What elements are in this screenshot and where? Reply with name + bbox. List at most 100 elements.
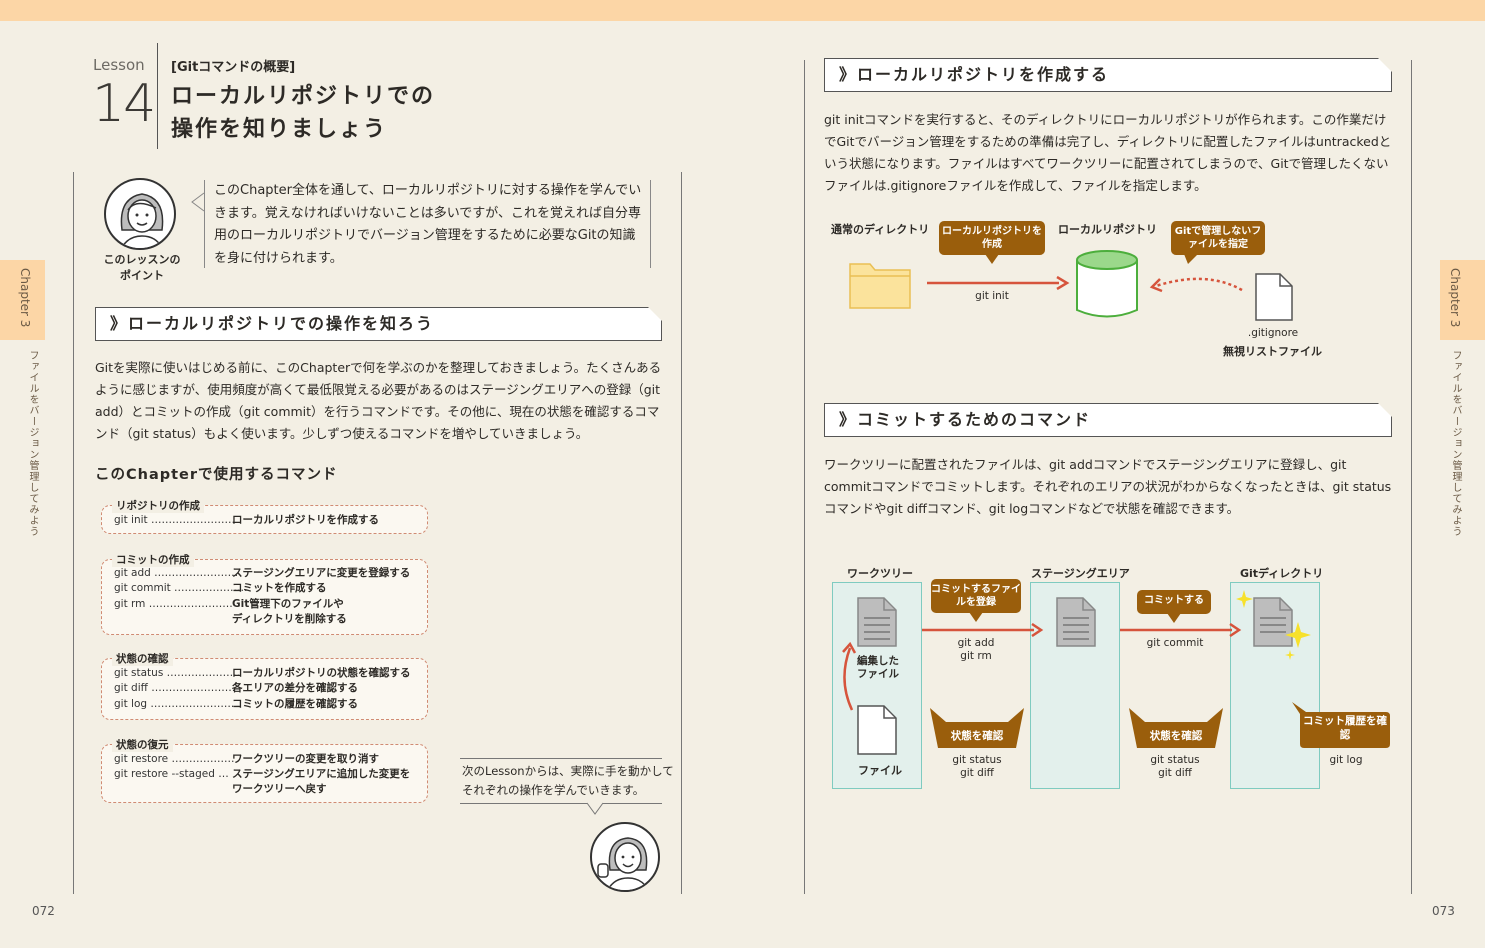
cmd-name: git diff …………………… xyxy=(114,682,236,694)
staged-file-icon xyxy=(1056,597,1096,647)
cmd-row: git add ……………………ステージングエリアに変更を登録する xyxy=(114,566,410,581)
cmd-desc: 各エリアの差分を確認する xyxy=(232,682,358,694)
woman-thumbs-up-icon xyxy=(597,837,650,890)
callout-pointer-icon xyxy=(985,254,999,264)
cmd-desc: ステージングエリアに追加した変更を xyxy=(232,768,411,780)
callout-create-repo: ローカルリポジトリを作成 xyxy=(939,221,1045,255)
edited-file-label: 編集したファイル xyxy=(857,655,899,680)
git-rm-label: git rm xyxy=(960,650,992,662)
cmd-group-repo: リポジトリの作成 git init ……………………ローカルリポジトリを作成する xyxy=(101,498,428,534)
local-repo-label: ローカルリポジトリ xyxy=(1058,223,1157,236)
callout-text: Gitで管理しないファイルを指定 xyxy=(1174,226,1262,250)
git-commit-label: git commit xyxy=(1146,637,1204,649)
chapter-tab-label: Chapter 3 xyxy=(1448,268,1462,328)
cmd-name: git restore ……………… xyxy=(114,753,235,765)
folio-left: 072 xyxy=(32,904,55,918)
lesson-title-line1: ローカルリポジトリでの xyxy=(171,84,436,109)
point-bracket-right xyxy=(650,180,651,268)
cmd-desc: コミットの履歴を確認する xyxy=(232,698,358,710)
heading-corner xyxy=(648,307,662,321)
staging-label: ステージングエリア xyxy=(1031,567,1130,580)
chapter-caption-right: ファイルをバージョン管理してみよう xyxy=(1450,350,1461,537)
section-heading-local-ops: 》ローカルリポジトリでの操作を知ろう xyxy=(95,307,662,341)
git-log-label: git log xyxy=(1329,754,1363,766)
section-heading-commit-commands: 》コミットするためのコマンド xyxy=(824,403,1392,437)
cmd-desc: コミットを作成する xyxy=(232,582,327,594)
cmd-row: git diff ……………………各エリアの差分を確認する xyxy=(114,681,358,696)
git-diff-label-2: git diff xyxy=(1158,767,1192,779)
callout-pointer-icon xyxy=(1167,613,1181,623)
cmd-name: git status ………………… xyxy=(114,667,241,679)
chapter-tab-left: Chapter 3 xyxy=(0,260,45,340)
callout-register: コミットするファイルを登録 xyxy=(931,579,1021,613)
lesson-title-line2: 操作を知りましょう xyxy=(171,117,388,142)
cmd-name: git add …………………… xyxy=(114,567,239,579)
cmd-row: git status …………………ローカルリポジトリの状態を確認する xyxy=(114,666,411,681)
git-status-label-2: git status xyxy=(1150,754,1200,766)
point-label-line2: ポイント xyxy=(120,269,164,282)
next-lesson-rule-bottom xyxy=(460,803,662,804)
right-section2-paragraph: ワークツリーに配置されたファイルは、git addコマンドでステージングエリアに… xyxy=(824,457,1392,516)
folder-icon xyxy=(849,263,911,309)
cmd-name: git restore --staged … xyxy=(114,768,229,780)
callout-commit: コミットする xyxy=(1137,590,1211,614)
cmd-row: git restore --staged … ステージングエリアに追加した変更を xyxy=(114,767,410,782)
file-label: ファイル xyxy=(858,764,902,777)
cmd-desc: ローカルリポジトリの状態を確認する xyxy=(232,667,411,679)
folio-right: 073 xyxy=(1432,904,1455,918)
ignore-list-label: 無視リストファイル xyxy=(1223,345,1322,358)
cmd-desc: ワークツリーへ戻す xyxy=(232,783,327,795)
point-text: このChapter全体を通して、ローカルリポジトリに対する操作を学んでいきます。… xyxy=(214,183,642,266)
right-page-gutter-line xyxy=(804,60,805,894)
state-check-label-1: 状態を確認 xyxy=(950,730,1004,742)
right-section1-paragraph: git initコマンドを実行すると、そのディレクトリにローカルリポジトリが作ら… xyxy=(824,112,1392,193)
cmd-row: git commit …………………コミットを作成する xyxy=(114,581,327,596)
right-page-margin-line xyxy=(1411,60,1412,894)
callout-text: コミットする xyxy=(1144,595,1204,606)
git-status-label-1: git status xyxy=(952,754,1002,766)
cmd-desc: ディレクトリを削除する xyxy=(232,613,347,625)
file-icon xyxy=(1255,273,1293,321)
cmd-desc: ローカルリポジトリを作成する xyxy=(232,514,379,526)
cmd-row: git log ……………………コミットの履歴を確認する xyxy=(114,697,358,712)
lesson-divider xyxy=(157,43,158,149)
section-heading-text: 》ローカルリポジトリでの操作を知ろう xyxy=(110,314,435,333)
git-init-label: git init xyxy=(975,290,1009,302)
dashed-arrow-left-icon xyxy=(1149,277,1243,293)
cmd-group-title: リポジトリの作成 xyxy=(112,498,204,513)
section-heading-create-repo: 》ローカルリポジトリを作成する xyxy=(824,58,1392,92)
section-heading-text: 》ローカルリポジトリを作成する xyxy=(839,65,1110,84)
chapter-tab-right: Chapter 3 xyxy=(1440,260,1485,340)
left-page-gutter-line xyxy=(681,172,682,894)
commands-heading: このChapterで使用するコマンド xyxy=(95,467,338,483)
left-page-margin-line xyxy=(73,172,74,894)
cmd-name: git init …………………… xyxy=(114,514,235,526)
lesson-title: ローカルリポジトリでの 操作を知りましょう xyxy=(171,80,471,146)
arrow-commit-icon xyxy=(1120,623,1242,637)
left-section-paragraph: Gitを実際に使いはじめる前に、このChapterで何を学ぶのかを整理しておきま… xyxy=(95,360,662,441)
callout-ignore-files: Gitで管理しないファイルを指定 xyxy=(1171,221,1265,255)
lesson-category: [Gitコマンドの概要] xyxy=(171,60,296,75)
cmd-group-commit: コミットの作成 git add ……………………ステージングエリアに変更を登録す… xyxy=(101,552,428,635)
next-lesson-rule-top xyxy=(460,758,662,759)
instructor-avatar xyxy=(104,178,176,250)
next-lesson-text: 次のLessonからは、実際に手を動かしてそれぞれの操作を学んでいきます。 xyxy=(462,764,674,797)
cmd-name: git rm …………………… xyxy=(114,598,233,610)
heading-corner xyxy=(1378,58,1392,72)
lesson-number: 14 xyxy=(92,74,156,134)
heading-corner xyxy=(1378,403,1392,417)
speech-pointer-down-icon xyxy=(586,802,604,815)
edited-file-icon xyxy=(857,597,897,647)
callout-text: コミットするファイルを登録 xyxy=(931,584,1021,608)
cmd-group-title: 状態の復元 xyxy=(112,737,173,752)
chapter-tab-label: Chapter 3 xyxy=(18,268,32,328)
gitdir-label: Gitディレクトリ xyxy=(1240,567,1324,580)
callout-text: ローカルリポジトリを作成 xyxy=(942,226,1042,250)
worktree-label: ワークツリー xyxy=(847,567,913,580)
cmd-group-title: コミットの作成 xyxy=(112,552,194,567)
woman-portrait-icon xyxy=(120,193,164,248)
repository-cylinder-icon xyxy=(1076,250,1138,318)
cmd-desc: ワークツリーの変更を取り消す xyxy=(232,753,379,765)
arrow-add-icon xyxy=(922,623,1044,637)
cmd-row: git restore ………………ワークツリーの変更を取り消す xyxy=(114,752,379,767)
